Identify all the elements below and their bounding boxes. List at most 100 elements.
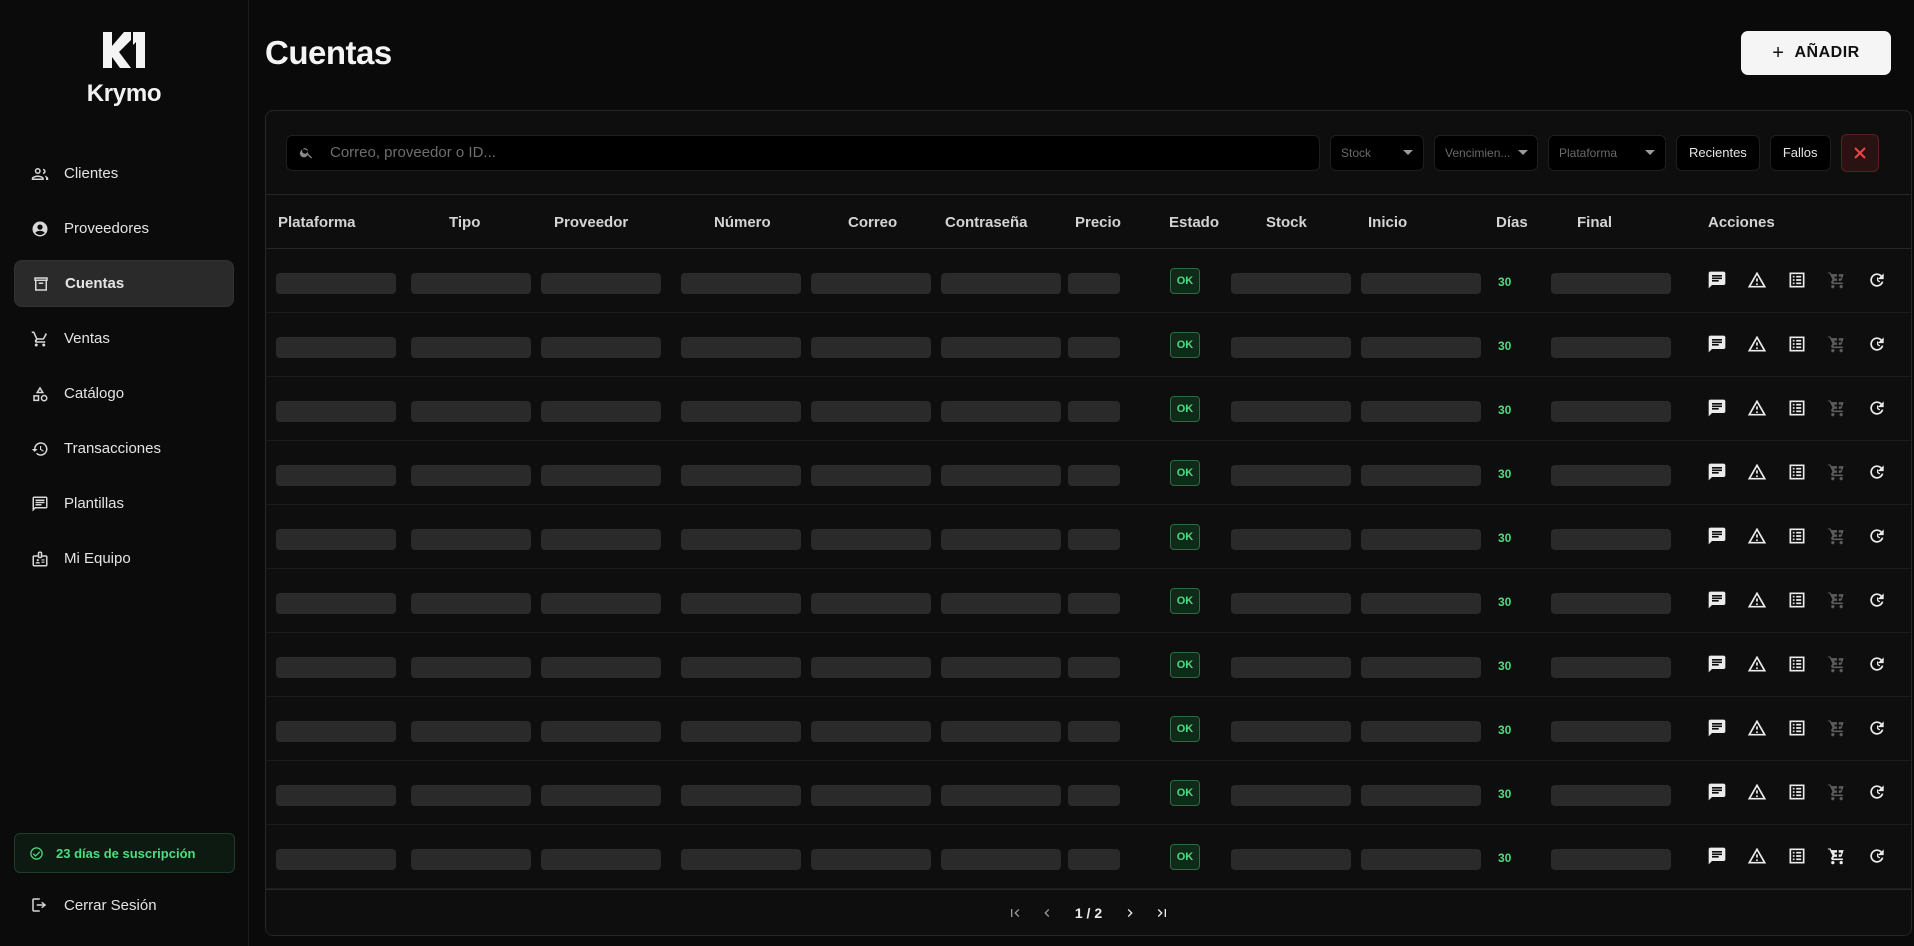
refresh-icon[interactable] xyxy=(1866,717,1888,739)
warning-icon[interactable] xyxy=(1746,333,1768,355)
fallos-filter-button[interactable]: Fallos xyxy=(1769,134,1831,171)
message-icon[interactable] xyxy=(1706,653,1728,675)
list-icon[interactable] xyxy=(1786,397,1808,419)
plataforma-select[interactable]: Plataforma xyxy=(1548,134,1666,171)
list-icon[interactable] xyxy=(1786,269,1808,291)
cart-icon xyxy=(30,329,50,349)
column-header-dias[interactable]: Días xyxy=(1496,214,1528,231)
sidebar-item-clientes[interactable]: Clientes xyxy=(14,150,234,197)
add-cart-icon[interactable] xyxy=(1826,653,1848,675)
message-icon[interactable] xyxy=(1706,589,1728,611)
table-row[interactable]: OK 30 xyxy=(266,569,1911,633)
add-cart-icon[interactable] xyxy=(1826,461,1848,483)
message-icon[interactable] xyxy=(1706,845,1728,867)
add-cart-icon[interactable] xyxy=(1826,589,1848,611)
warning-icon[interactable] xyxy=(1746,781,1768,803)
message-icon[interactable] xyxy=(1706,525,1728,547)
warning-icon[interactable] xyxy=(1746,397,1768,419)
sidebar-item-proveedores[interactable]: Proveedores xyxy=(14,205,234,252)
table-row[interactable]: OK 30 xyxy=(266,313,1911,377)
warning-icon[interactable] xyxy=(1746,845,1768,867)
refresh-icon[interactable] xyxy=(1866,269,1888,291)
previous-page-button[interactable] xyxy=(1035,901,1059,925)
column-header-inicio[interactable]: Inicio xyxy=(1368,214,1407,231)
add-cart-icon[interactable] xyxy=(1826,845,1848,867)
add-cart-icon[interactable] xyxy=(1826,781,1848,803)
refresh-icon[interactable] xyxy=(1866,525,1888,547)
add-cart-icon[interactable] xyxy=(1826,397,1848,419)
list-icon[interactable] xyxy=(1786,845,1808,867)
sidebar-item-cuentas[interactable]: Cuentas xyxy=(14,260,234,307)
column-header-tipo[interactable]: Tipo xyxy=(449,214,480,231)
refresh-icon[interactable] xyxy=(1866,589,1888,611)
vencimiento-select[interactable]: Vencimien... xyxy=(1434,134,1538,171)
column-header-stock[interactable]: Stock xyxy=(1266,214,1307,231)
warning-icon[interactable] xyxy=(1746,461,1768,483)
list-icon[interactable] xyxy=(1786,781,1808,803)
plus-icon: + xyxy=(1772,41,1785,64)
logout-button[interactable]: Cerrar Sesión xyxy=(30,896,157,914)
column-header-estado[interactable]: Estado xyxy=(1169,214,1219,231)
recientes-filter-button[interactable]: Recientes xyxy=(1676,134,1760,171)
clear-filters-button[interactable] xyxy=(1840,133,1879,172)
column-header-precio[interactable]: Precio xyxy=(1075,214,1121,231)
column-header-plataforma[interactable]: Plataforma xyxy=(278,214,356,231)
warning-icon[interactable] xyxy=(1746,269,1768,291)
column-header-contrasena[interactable]: Contraseña xyxy=(945,214,1028,231)
list-icon[interactable] xyxy=(1786,717,1808,739)
warning-icon[interactable] xyxy=(1746,653,1768,675)
message-icon[interactable] xyxy=(1706,781,1728,803)
list-icon[interactable] xyxy=(1786,525,1808,547)
table-row[interactable]: OK 30 xyxy=(266,633,1911,697)
search-input[interactable] xyxy=(330,144,1319,161)
message-icon[interactable] xyxy=(1706,461,1728,483)
column-header-final[interactable]: Final xyxy=(1577,214,1612,231)
table-row[interactable]: OK 30 xyxy=(266,377,1911,441)
status-badge: OK xyxy=(1170,716,1200,742)
message-icon[interactable] xyxy=(1706,397,1728,419)
sidebar-item-mi-equipo[interactable]: Mi Equipo xyxy=(14,535,234,582)
numero-cell-skeleton xyxy=(681,401,801,422)
sidebar-item-transacciones[interactable]: Transacciones xyxy=(14,425,234,472)
list-icon[interactable] xyxy=(1786,333,1808,355)
table-row[interactable]: OK 30 xyxy=(266,505,1911,569)
first-page-button[interactable] xyxy=(1003,901,1027,925)
final-cell-skeleton xyxy=(1551,273,1671,294)
list-icon[interactable] xyxy=(1786,653,1808,675)
table-row[interactable]: OK 30 xyxy=(266,249,1911,313)
column-header-correo[interactable]: Correo xyxy=(848,214,897,231)
column-header-numero[interactable]: Número xyxy=(714,214,771,231)
add-cart-icon[interactable] xyxy=(1826,269,1848,291)
add-button[interactable]: + AÑADIR xyxy=(1741,31,1891,75)
message-icon[interactable] xyxy=(1706,333,1728,355)
stock-select[interactable]: Stock xyxy=(1330,134,1424,171)
add-cart-icon[interactable] xyxy=(1826,333,1848,355)
refresh-icon[interactable] xyxy=(1866,781,1888,803)
add-cart-icon[interactable] xyxy=(1826,525,1848,547)
list-icon[interactable] xyxy=(1786,589,1808,611)
table-row[interactable]: OK 30 xyxy=(266,761,1911,825)
filter-bar: Stock Vencimien... Plataforma Recientes … xyxy=(266,111,1911,195)
warning-icon[interactable] xyxy=(1746,717,1768,739)
warning-icon[interactable] xyxy=(1746,589,1768,611)
table-row[interactable]: OK 30 xyxy=(266,825,1911,889)
next-page-button[interactable] xyxy=(1118,901,1142,925)
refresh-icon[interactable] xyxy=(1866,397,1888,419)
message-icon[interactable] xyxy=(1706,717,1728,739)
refresh-icon[interactable] xyxy=(1866,461,1888,483)
warning-icon[interactable] xyxy=(1746,525,1768,547)
refresh-icon[interactable] xyxy=(1866,333,1888,355)
numero-cell-skeleton xyxy=(681,337,801,358)
list-icon[interactable] xyxy=(1786,461,1808,483)
add-cart-icon[interactable] xyxy=(1826,717,1848,739)
refresh-icon[interactable] xyxy=(1866,845,1888,867)
sidebar-item-plantillas[interactable]: Plantillas xyxy=(14,480,234,527)
sidebar-item-ventas[interactable]: Ventas xyxy=(14,315,234,362)
refresh-icon[interactable] xyxy=(1866,653,1888,675)
sidebar-item-catalogo[interactable]: Catálogo xyxy=(14,370,234,417)
table-row[interactable]: OK 30 xyxy=(266,441,1911,505)
last-page-button[interactable] xyxy=(1150,901,1174,925)
table-row[interactable]: OK 30 xyxy=(266,697,1911,761)
column-header-proveedor[interactable]: Proveedor xyxy=(554,214,628,231)
message-icon[interactable] xyxy=(1706,269,1728,291)
